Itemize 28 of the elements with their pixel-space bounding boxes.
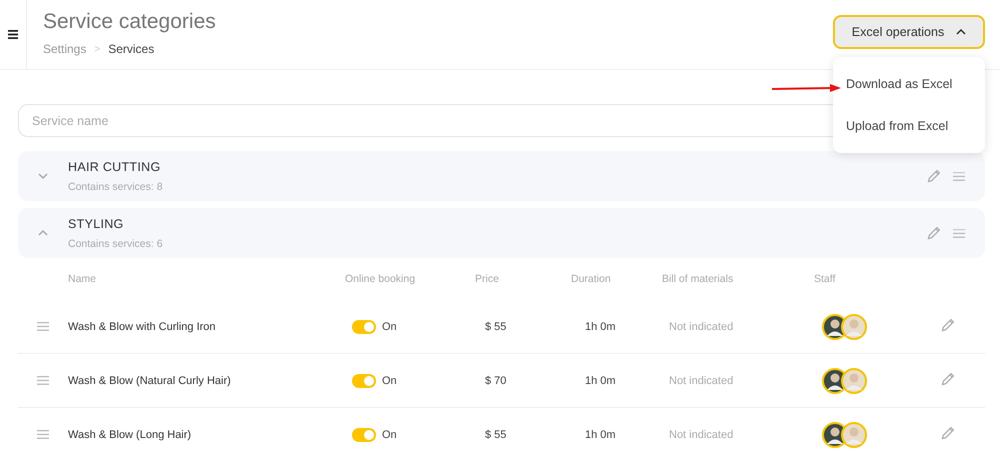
breadcrumb-separator: > <box>94 43 100 57</box>
column-header: Price <box>475 273 500 285</box>
column-header: Duration <box>571 273 612 285</box>
category-name: HAIR CUTTING <box>68 160 162 174</box>
materials-status: Not indicated <box>668 320 734 332</box>
column-header: Name <box>68 273 98 285</box>
duration: 1h 0m <box>584 428 617 440</box>
column-header: Online booking <box>345 273 416 285</box>
service-count: Contains services: 8 <box>68 180 164 192</box>
toggle-label: On <box>382 428 397 440</box>
duration: 1h 0m <box>584 320 617 332</box>
price: $ 70 <box>484 374 508 386</box>
page-title: Service categories <box>43 10 216 34</box>
service-name: Wash & Blow (Long Hair) <box>68 428 192 440</box>
service-name: Wash & Blow with Curling Iron <box>68 320 217 332</box>
price: $ 55 <box>484 320 508 332</box>
column-header: Staff <box>814 273 836 285</box>
materials-status: Not indicated <box>668 374 734 386</box>
breadcrumb-current: Services <box>108 42 154 57</box>
price: $ 55 <box>484 428 508 440</box>
toggle-label: On <box>382 374 397 386</box>
toggle-label: On <box>382 320 397 332</box>
service-count: Contains services: 6 <box>68 238 164 250</box>
duration: 1h 0m <box>584 374 617 386</box>
materials-status: Not indicated <box>668 428 734 440</box>
category-name: STYLING <box>68 216 125 230</box>
column-header: Bill of materials <box>662 273 734 285</box>
service-name: Wash & Blow (Natural Curly Hair) <box>68 374 232 386</box>
